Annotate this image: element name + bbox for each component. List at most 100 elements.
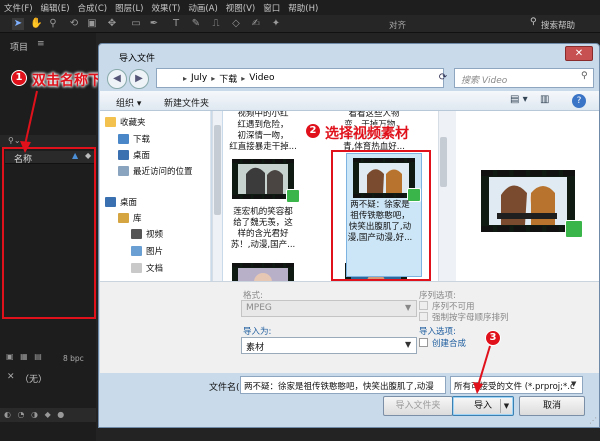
timeline-switches[interactable]: ◐ ◔ ◑ ◆ ● [0, 408, 96, 422]
nav-label: 桌面 [120, 198, 138, 208]
file-type-select[interactable]: 所有可接受的文件 (*.prproj;*.c [450, 376, 583, 394]
chevron-down-icon: ▼ [405, 340, 412, 349]
nav-desktop-root[interactable]: 桌面 [105, 196, 137, 208]
dialog-search-input[interactable]: 搜索 Video [454, 68, 594, 88]
address-bar[interactable]: ▸ July ▸ 下载 ▸ Video [156, 68, 444, 88]
preview-pane-icon[interactable]: ▥ [540, 94, 549, 105]
bit-depth-label[interactable]: 8 bpc [63, 354, 84, 363]
forward-button[interactable]: ▶ [129, 69, 149, 89]
panel-menu-icon[interactable]: ≡ [37, 39, 45, 49]
rotate-tool-icon[interactable]: ⟲ [68, 18, 80, 30]
menu-help[interactable]: 帮助(H) [284, 2, 322, 14]
camera-tool-icon[interactable]: ▣ [86, 18, 98, 30]
preview-thumbnail [481, 170, 583, 238]
nav-label: 下载 [133, 135, 151, 145]
nav-pictures[interactable]: 图片 [131, 245, 163, 257]
filename-input[interactable]: 两不疑：徐家是祖传铁憨憨吧，快笑出腹肌了,动漫 [240, 376, 446, 394]
media-badge-icon [565, 220, 583, 238]
force-alpha-checkbox[interactable] [419, 312, 428, 321]
nav-videos[interactable]: 视频 [131, 228, 163, 240]
dialog-close-button[interactable]: ✕ [565, 46, 593, 61]
pen-tool-icon[interactable]: ✒ [148, 18, 160, 30]
preview-scrollbar[interactable] [448, 111, 456, 281]
create-composition-label: 创建合成 [432, 339, 467, 349]
brush-tool-icon[interactable]: ✎ [190, 18, 202, 30]
annotation-highlight-empty-area[interactable] [2, 147, 96, 319]
nav-scrollbar-thumb[interactable] [214, 125, 221, 215]
menu-composition[interactable]: 合成(C) [74, 2, 112, 14]
change-view-icon[interactable]: ▤ ▾ [510, 94, 528, 105]
menu-view[interactable]: 视图(V) [222, 2, 259, 14]
search-help-field[interactable]: 搜索帮助 [541, 19, 575, 31]
help-icon[interactable]: ? [572, 94, 586, 108]
organize-button[interactable]: 组织 ▾ [116, 96, 141, 109]
puppet-tool-icon[interactable]: ✦ [270, 18, 282, 30]
create-composition-checkbox[interactable] [419, 338, 428, 347]
sequence-checkbox[interactable] [419, 301, 428, 310]
type-tool-icon[interactable]: T [170, 18, 182, 30]
stamp-tool-icon[interactable]: ⎍ [210, 18, 222, 30]
chevron-down-icon: ▼ [405, 303, 412, 312]
nav-label: 视频 [146, 230, 164, 240]
menu-file[interactable]: 文件(F) [0, 2, 37, 14]
menu-window[interactable]: 窗口 [259, 2, 284, 14]
annotation-arrow-icon [20, 90, 38, 153]
menu-edit[interactable]: 编辑(E) [37, 2, 74, 14]
nav-desktop[interactable]: 桌面 [118, 149, 150, 161]
import-dropdown-icon[interactable]: ▼ [500, 399, 512, 413]
project-panel-title: 项目 [10, 43, 29, 53]
search-icon: ⚲ [581, 71, 588, 81]
nav-label: 桌面 [133, 151, 151, 161]
video-thumbnail[interactable] [232, 159, 300, 203]
cancel-button[interactable]: 取消 [519, 396, 585, 416]
nav-label: 库 [133, 214, 142, 224]
format-select[interactable]: MPEG [241, 300, 417, 317]
nav-label: 文档 [146, 264, 164, 274]
menu-layer[interactable]: 图层(L) [111, 2, 147, 14]
breadcrumb-video[interactable]: Video [245, 73, 278, 83]
pan-tool-icon[interactable]: ✥ [106, 18, 118, 30]
nav-favorites[interactable]: 收藏夹 [105, 116, 146, 128]
file-caption[interactable]: 视频中的小红 红遇到危险， 初深情一吻， 红直接暴走干掉... [225, 111, 301, 153]
breadcrumb-downloads[interactable]: 下载 [215, 72, 241, 85]
menu-animation[interactable]: 动画(A) [184, 2, 221, 14]
roto-tool-icon[interactable]: ✍ [250, 18, 262, 30]
close-icon[interactable]: ✕ [7, 372, 15, 382]
annotation-step-2-text: 选择视频素材 [325, 126, 409, 142]
video-folder-icon [131, 229, 142, 239]
nav-library[interactable]: 库 [118, 212, 142, 224]
import-options-label: 导入选项: [419, 327, 456, 337]
zoom-tool-icon[interactable]: ⚲ [47, 18, 59, 30]
import-folder-button[interactable]: 导入文件夹 [383, 396, 453, 416]
back-button[interactable]: ◀ [107, 69, 127, 89]
desktop-icon [105, 197, 116, 207]
nav-downloads[interactable]: 下载 [118, 133, 150, 145]
selection-tool-icon[interactable]: ➤ [12, 18, 24, 30]
file-list-scrollbar-thumb[interactable] [440, 137, 447, 187]
menu-bar: 文件(F) 编辑(E) 合成(C) 图层(L) 效果(T) 动画(A) 视图(V… [0, 0, 600, 15]
refresh-icon[interactable]: ⟳ [434, 68, 452, 88]
rectangle-tool-icon[interactable]: ▭ [130, 18, 142, 30]
nav-documents[interactable]: 文档 [131, 262, 163, 274]
annotation-arrow-icon [473, 345, 491, 394]
align-label[interactable]: 对齐 [389, 19, 406, 31]
eraser-tool-icon[interactable]: ◇ [230, 18, 242, 30]
new-folder-button[interactable]: 新建文件夹 [164, 96, 209, 109]
nav-scrollbar[interactable] [212, 111, 222, 281]
breadcrumb-july[interactable]: July [187, 73, 211, 83]
recent-places-icon [118, 166, 129, 176]
video-thumbnail[interactable] [232, 263, 294, 281]
import-as-select[interactable]: 素材 [241, 337, 417, 354]
resize-grip-icon[interactable]: ⋰ [589, 416, 597, 425]
annotation-highlight-selected-video[interactable] [331, 150, 431, 281]
project-panel-footer-icons[interactable]: ▣ ▦ ▤ [6, 352, 61, 362]
file-caption[interactable]: 莲宏机的笑容都 给了魏无羡，这 样的含光君好 苏！,动漫,国产... [225, 207, 301, 251]
file-list-scrollbar[interactable] [438, 111, 448, 281]
menu-effect[interactable]: 效果(T) [148, 2, 185, 14]
dialog-title: 导入文件 [119, 54, 156, 64]
chevron-down-icon: ▼ [571, 380, 577, 388]
nav-recent[interactable]: 最近访问的位置 [118, 165, 193, 177]
video-frame-icon [238, 164, 288, 194]
hand-tool-icon[interactable]: ✋ [30, 18, 42, 30]
nav-label: 图片 [146, 247, 164, 257]
